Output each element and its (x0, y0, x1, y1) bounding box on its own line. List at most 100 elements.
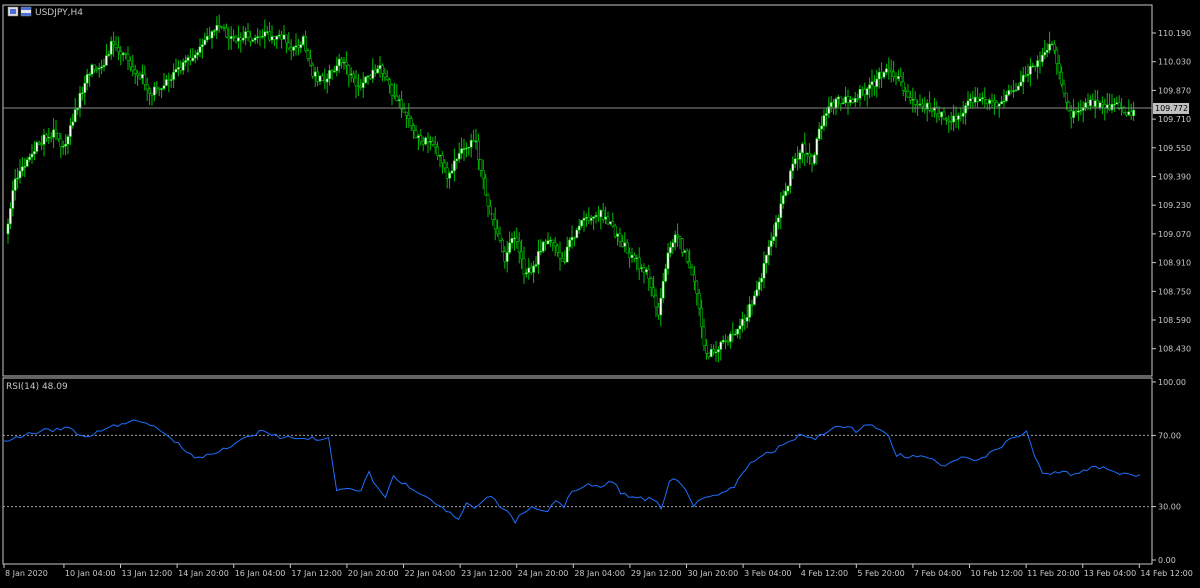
candle-body (676, 234, 680, 237)
candle (208, 26, 212, 40)
candle-body (781, 195, 785, 205)
candle-body (318, 75, 322, 82)
candle (42, 128, 46, 157)
candle-body (565, 246, 569, 263)
candle (1060, 66, 1064, 88)
candle (642, 263, 646, 284)
candle (772, 224, 776, 244)
candle-body (1050, 43, 1054, 46)
candle-body (251, 39, 255, 42)
candle-body (85, 74, 89, 84)
candle (712, 344, 716, 356)
candle (920, 98, 924, 113)
candle (620, 234, 624, 248)
candle (918, 94, 922, 108)
candle (848, 96, 852, 107)
candle-body (145, 84, 149, 90)
candle-body (292, 46, 296, 51)
candle (337, 53, 341, 73)
candle (23, 158, 27, 177)
candle-body (992, 100, 996, 103)
candle (412, 123, 416, 139)
candle-body (731, 333, 735, 336)
candle (1062, 79, 1066, 98)
candle-body (1045, 49, 1049, 53)
candle-body (899, 76, 903, 83)
usdjpy-h4-chart[interactable]: 110.190 110.030 109.870 109.710 109.550 109.3… (0, 0, 1200, 584)
candle (714, 340, 718, 362)
candle-body (560, 258, 564, 262)
candle (824, 107, 828, 127)
candle-body (361, 82, 365, 88)
candle-body (1110, 104, 1114, 111)
candle-body (779, 203, 783, 219)
candle-body (416, 135, 420, 138)
candle-body (1113, 103, 1116, 106)
candle-body (776, 217, 780, 223)
candle-body (141, 74, 144, 79)
chart-flag-stripe (21, 10, 31, 13)
candle-body (656, 306, 660, 316)
candle (608, 221, 612, 226)
candle (174, 58, 178, 73)
candle-body (217, 24, 221, 27)
candle (448, 171, 452, 189)
candle (1048, 31, 1052, 54)
candle (872, 75, 876, 96)
candle (469, 133, 473, 158)
candle (892, 60, 896, 82)
candle-body (913, 99, 917, 105)
candle-body (997, 103, 1001, 107)
candle-body (606, 216, 610, 225)
candle-body (380, 65, 384, 74)
candle (486, 193, 490, 218)
candle (791, 156, 795, 179)
candle-body (582, 218, 586, 221)
candle-body (25, 159, 29, 167)
candle (320, 72, 324, 81)
candle (90, 63, 94, 78)
candle (527, 258, 531, 280)
candle (805, 152, 809, 163)
candle (97, 63, 101, 78)
candle (745, 304, 749, 329)
candle (119, 45, 123, 66)
candle-body (1031, 65, 1035, 68)
candle-body (328, 70, 332, 79)
candle-body (841, 102, 845, 105)
candle-body (201, 44, 204, 48)
candle-body (160, 88, 164, 90)
candle-body (748, 303, 752, 318)
candle-body (983, 97, 987, 100)
candle (476, 133, 480, 170)
candle (66, 134, 70, 155)
candle (589, 214, 593, 225)
time-tick-label: 24 Jan 20:00 (518, 569, 569, 578)
candle-body (791, 163, 795, 172)
candle (508, 231, 512, 255)
chart-canvas[interactable]: 110.190 110.030 109.870 109.710 109.550 109.3… (0, 0, 1200, 584)
candle-body (368, 75, 372, 79)
candle-body (853, 98, 857, 103)
candle-body (1065, 92, 1068, 103)
candle (966, 91, 970, 110)
candle-body (870, 81, 874, 86)
candle (491, 213, 495, 226)
candle-body (599, 209, 603, 218)
candle (1000, 95, 1004, 105)
candle-body (762, 262, 766, 279)
candle-body (1060, 71, 1064, 85)
candle (817, 122, 821, 142)
candle (534, 255, 538, 268)
candle (354, 69, 358, 99)
candle-body (848, 99, 852, 103)
candle-body (666, 252, 670, 270)
candle (762, 251, 766, 289)
candle-body (294, 45, 298, 48)
candle-body (577, 225, 581, 231)
candle (347, 64, 351, 88)
candle-body (52, 129, 56, 138)
candle-body (942, 111, 946, 120)
candle (656, 302, 660, 320)
candle (301, 34, 305, 46)
